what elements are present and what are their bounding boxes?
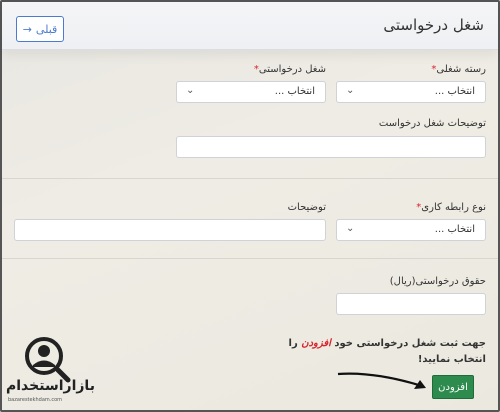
salary-label: حقوق درخواستی(ریال) xyxy=(389,276,486,287)
job-requested-label: شغل درخواستی* xyxy=(253,64,326,75)
arrow-pointer-icon xyxy=(337,372,426,389)
job-requested-select[interactable]: انتخاب ... ⌄ xyxy=(176,81,326,103)
page-header: شغل درخواستی قبلی → xyxy=(2,2,498,50)
back-label: قبلی xyxy=(35,22,58,36)
employment-type-select[interactable]: انتخاب ... ⌄ xyxy=(336,219,486,241)
job-category-label: رسته شغلی* xyxy=(431,64,486,75)
page-title: شغل درخواستی xyxy=(383,16,484,34)
back-button[interactable]: قبلی → xyxy=(16,16,64,42)
section-divider xyxy=(2,178,498,179)
chevron-down-icon: ⌄ xyxy=(346,85,355,96)
job-description-input[interactable] xyxy=(176,136,486,158)
job-category-select[interactable]: انتخاب ... ⌄ xyxy=(336,81,486,103)
add-button[interactable]: افزودن xyxy=(432,375,474,399)
brand-name: بازاراستخدام xyxy=(6,378,95,394)
salary-input[interactable] xyxy=(336,293,486,315)
instruction-note: جهت ثبت شغل درخواستی خود افزودن را انتخا… xyxy=(288,338,486,365)
chevron-down-icon: ⌄ xyxy=(186,85,195,96)
chevron-down-icon: ⌄ xyxy=(346,223,355,234)
employment-type-label: نوع رابطه کاری* xyxy=(416,202,486,213)
description-label: توضیحات xyxy=(287,202,326,213)
note-highlight: افزودن xyxy=(301,338,331,349)
section-divider xyxy=(2,258,498,259)
job-description-label: توضیحات شغل درخواست xyxy=(378,118,486,129)
description-input[interactable] xyxy=(14,219,326,241)
arrow-right-icon: → xyxy=(22,22,32,36)
brand-url: bazarestekhdam.com xyxy=(8,397,63,403)
